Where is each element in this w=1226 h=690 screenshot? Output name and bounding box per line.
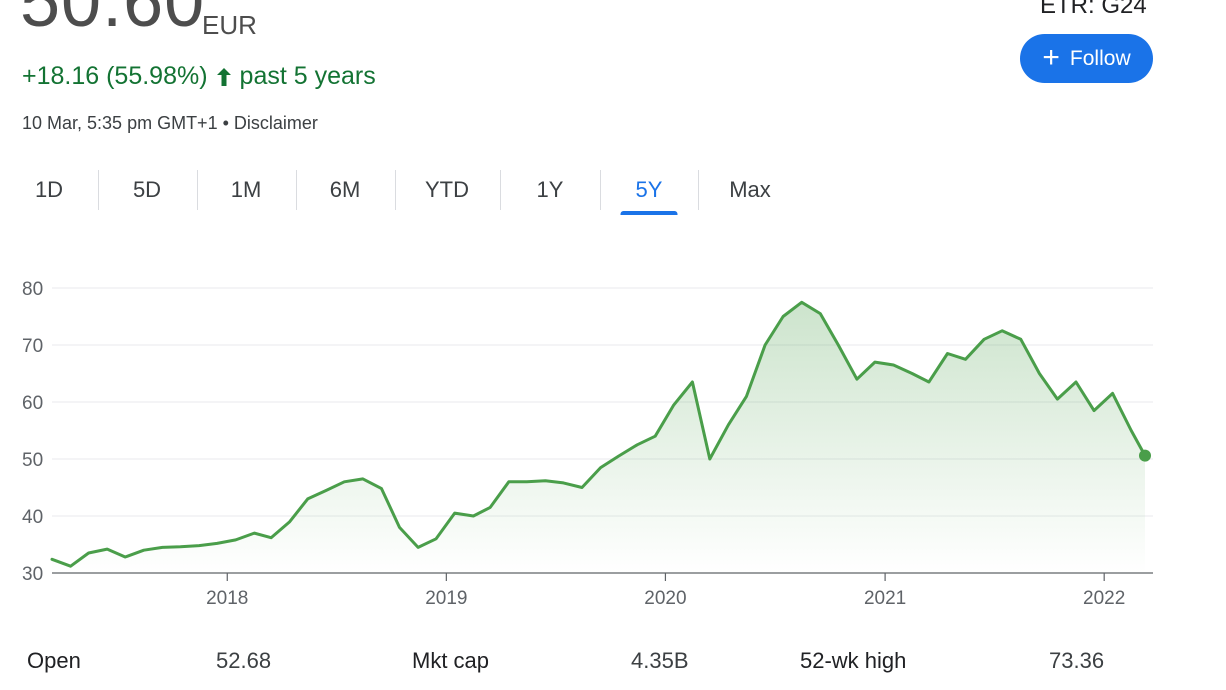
range-tabs: 1D 5D 1M 6M YTD 1Y 5Y Max [0, 168, 800, 218]
tab-divider [600, 170, 601, 210]
follow-button-label: Follow [1069, 46, 1131, 70]
tab-label: 1M [230, 177, 262, 202]
price-chart[interactable]: 30 40 50 60 70 80 2018 2019 2020 2021 2022 [0, 268, 1226, 613]
plus-icon: + [1042, 40, 1060, 74]
stat-52wk-high-label: 52-wk high [800, 648, 907, 673]
tab-label: 1D [34, 177, 64, 202]
tab-divider [395, 170, 396, 210]
x-tick-label: 2020 [644, 588, 686, 609]
stat-mktcap-value: 4.35B [631, 648, 689, 673]
price-change-value: +18.16 (55.98%) [22, 62, 208, 90]
stat-mktcap-label: Mkt cap [412, 648, 490, 673]
arrow-up-icon [216, 67, 231, 86]
tab-label: 1Y [536, 177, 564, 202]
tab-1m[interactable]: 1M [217, 168, 275, 212]
x-tick-label: 2022 [1083, 588, 1125, 609]
quote-timestamp[interactable]: 10 Mar, 5:35 pm GMT+1 • Disclaimer [22, 113, 318, 134]
stat-open-label: Open [27, 648, 81, 673]
y-tick-label: 30 [22, 564, 43, 585]
x-tick-label: 2019 [425, 588, 467, 609]
tab-max[interactable]: Max [718, 168, 782, 212]
tab-divider [500, 170, 501, 210]
tab-label: 5Y [635, 177, 663, 202]
tab-label: YTD [425, 177, 469, 202]
tab-label: Max [729, 177, 771, 202]
tab-label: 5D [132, 177, 162, 202]
follow-button[interactable]: + Follow [1020, 34, 1153, 83]
y-tick-label: 70 [22, 336, 43, 357]
x-tick-label: 2021 [864, 588, 906, 609]
price-change: +18.16 (55.98%) past 5 years [22, 62, 376, 91]
tab-1d[interactable]: 1D [20, 168, 78, 212]
y-tick-label: 80 [22, 279, 43, 300]
y-tick-label: 60 [22, 393, 43, 414]
tab-divider [98, 170, 99, 210]
tab-divider [197, 170, 198, 210]
exchange-ticker: ETR: G24 [1040, 0, 1147, 19]
active-tab-indicator [620, 211, 678, 215]
last-price-marker [1139, 449, 1151, 462]
x-tick-label: 2018 [206, 588, 248, 609]
tab-label: 6M [329, 177, 361, 202]
price-change-period: past 5 years [239, 62, 376, 90]
tab-1y[interactable]: 1Y [521, 168, 579, 212]
stat-open-value: 52.68 [216, 648, 272, 673]
stat-52wk-high-value: 73.36 [1049, 648, 1105, 673]
currency-label: EUR [202, 10, 257, 40]
tab-5y[interactable]: 5Y [620, 168, 678, 215]
tab-divider [698, 170, 699, 210]
tab-5d[interactable]: 5D [118, 168, 176, 212]
y-tick-label: 40 [22, 507, 43, 528]
key-stats: Open 52.68 Mkt cap 4.35B 52-wk high 73.3… [0, 648, 1226, 688]
stock-price: 50.60 [20, 0, 206, 42]
tab-6m[interactable]: 6M [316, 168, 374, 212]
tab-divider [296, 170, 297, 210]
tab-ytd[interactable]: YTD [412, 168, 482, 212]
y-tick-label: 50 [22, 450, 43, 471]
